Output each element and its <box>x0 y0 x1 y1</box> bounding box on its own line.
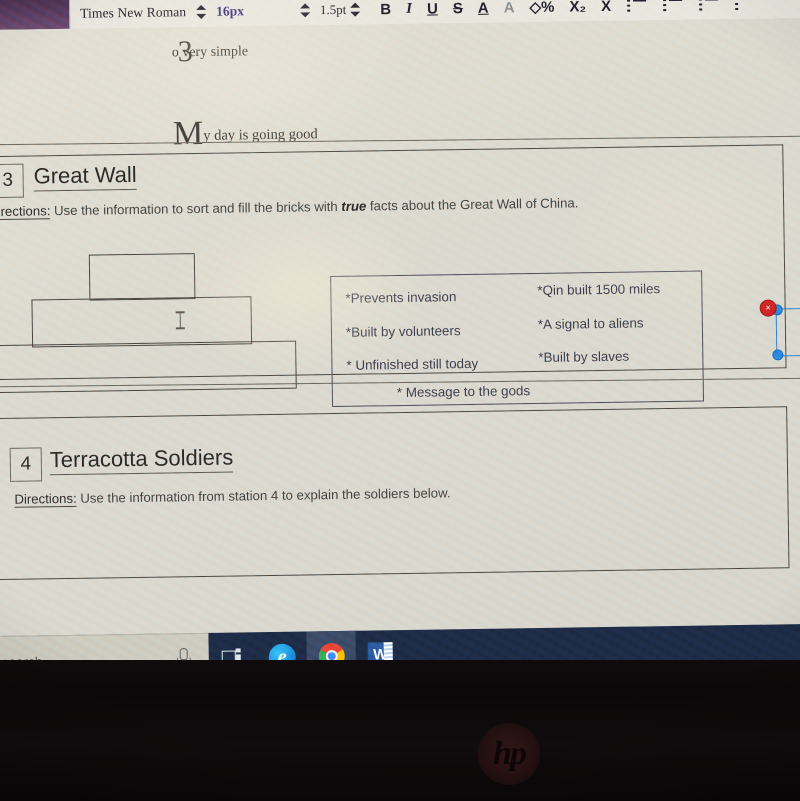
section-title-3: Great Wall <box>33 161 137 192</box>
directions-label-3: Directions: <box>0 203 51 221</box>
fact-right-1: *Qin built 1500 miles <box>537 281 661 298</box>
document-canvas[interactable]: 3 o very simple My day is going good 3 G… <box>0 17 800 671</box>
italic-icon[interactable]: I <box>406 0 412 16</box>
section-number-3: 3 <box>0 163 24 199</box>
directions-label-4: Directions: <box>14 490 77 508</box>
fact-left-2: *Built by volunteers <box>345 323 461 340</box>
line-height-stepper[interactable] <box>349 1 361 19</box>
indent-icon[interactable] <box>698 0 719 11</box>
font-size-stepper[interactable] <box>299 1 311 19</box>
facts-box[interactable]: *Prevents invasion *Built by volunteers … <box>330 270 705 408</box>
paragraph-dropcap: M <box>172 114 204 153</box>
laptop-screen: Times New Roman 16px 1.5pt B I U S A A ◇… <box>0 0 800 687</box>
toolbar-spacer <box>244 11 290 12</box>
section-title-4: Terracotta Soldiers <box>49 444 234 476</box>
font-size-value[interactable]: 16px <box>216 3 244 19</box>
i-beam-cursor-icon <box>175 311 185 330</box>
font-family-stepper[interactable] <box>195 3 207 21</box>
directions-emphasis-3: true <box>341 198 367 214</box>
paragraph-my-day[interactable]: My day is going good <box>172 114 318 153</box>
brick-middle[interactable] <box>31 296 253 348</box>
bold-icon[interactable]: B <box>380 1 391 18</box>
clipped-line: o very simple <box>171 44 249 61</box>
bulleted-list-icon[interactable] <box>626 0 647 12</box>
underline-icon[interactable]: U <box>427 0 438 17</box>
text-color-icon[interactable]: A <box>478 0 489 16</box>
brick-top[interactable] <box>88 253 196 301</box>
strikethrough-icon[interactable]: S <box>453 0 463 17</box>
fact-left-3: * Unfinished still today <box>346 355 479 373</box>
section-number-4: 4 <box>9 447 43 482</box>
subscript-icon[interactable]: X₂ <box>569 0 586 15</box>
superscript-icon[interactable]: X <box>601 0 611 15</box>
fact-right-3: *Built by slaves <box>538 348 630 365</box>
directions-text-3b: facts about the Great Wall of China. <box>366 195 579 214</box>
highlight-color-icon[interactable]: A <box>504 0 515 16</box>
fact-left-1: *Prevents invasion <box>345 289 457 306</box>
object-selection-box[interactable] <box>771 304 800 361</box>
document-sheet: 3 o very simple My day is going good 3 G… <box>0 17 800 671</box>
laptop-photo: Times New Roman 16px 1.5pt B I U S A A ◇… <box>0 0 800 801</box>
line-height-value[interactable]: 1.5pt <box>320 2 347 18</box>
hp-logo: hp <box>478 723 540 785</box>
font-family-value[interactable]: Times New Roman <box>80 4 186 22</box>
page-divider-top <box>0 135 800 146</box>
laptop-bezel <box>0 660 800 801</box>
outdent-icon[interactable] <box>735 0 755 11</box>
fact-centered: * Message to the gods <box>396 383 531 401</box>
fact-right-2: *A signal to aliens <box>537 315 644 332</box>
numbered-list-icon[interactable] <box>662 0 683 12</box>
resize-handle-icon[interactable] <box>772 349 784 361</box>
code-icon[interactable]: ◇% <box>529 0 554 16</box>
hp-logo-text: hp <box>493 735 527 772</box>
